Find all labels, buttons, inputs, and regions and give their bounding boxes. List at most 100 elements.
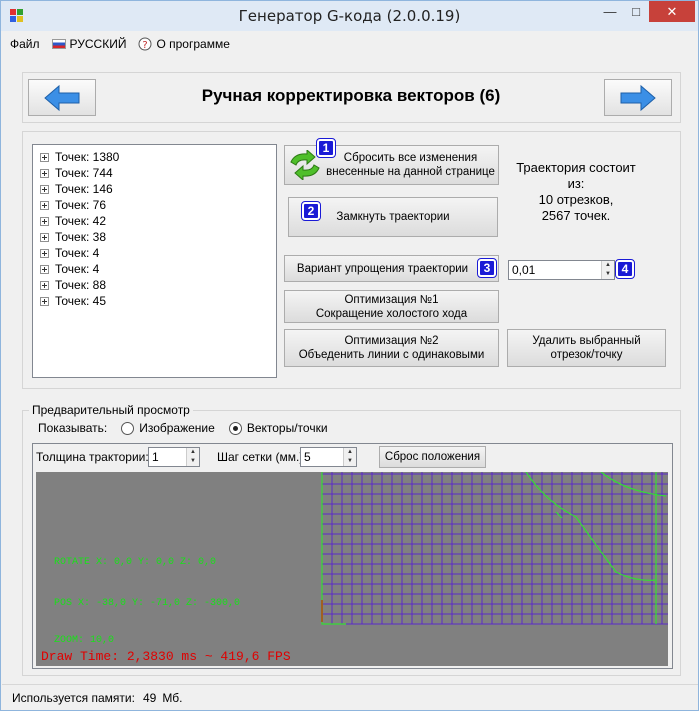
toolpath-segment <box>555 511 563 519</box>
spin-down-icon[interactable]: ▼ <box>187 457 199 466</box>
thickness-input[interactable]: 1 ▲ ▼ <box>148 447 200 467</box>
tree-node[interactable]: Точек: 45 <box>33 293 276 309</box>
memory-value: 49 <box>142 690 157 705</box>
expand-icon[interactable] <box>40 216 49 226</box>
memory-unit: Мб. <box>162 690 183 705</box>
badge-3: 3 <box>477 258 497 278</box>
tree-node[interactable]: Точек: 744 <box>33 165 276 181</box>
spin-down-icon[interactable]: ▼ <box>602 270 614 279</box>
zoom-readout: ZOOM: 10,0 <box>54 635 115 646</box>
spin-up-icon[interactable]: ▲ <box>344 448 356 457</box>
summary-line3: 10 отрезков, <box>538 192 614 207</box>
tree-node-label: Точек: 88 <box>55 278 106 292</box>
tree-node-label: Точек: 1380 <box>55 150 120 164</box>
tree-node-label: Точек: 4 <box>55 246 100 260</box>
thickness-value: 1 <box>152 450 159 464</box>
tree-node[interactable]: Точек: 4 <box>33 261 276 277</box>
tree-node-label: Точек: 38 <box>55 230 106 244</box>
thickness-spinner[interactable]: ▲ ▼ <box>186 448 199 466</box>
svg-text:?: ? <box>143 40 148 51</box>
menu-bar: Файл РУССКИЙ ? О программе <box>2 33 698 55</box>
grid-step-spinner[interactable]: ▲ ▼ <box>343 448 356 466</box>
summary-line2: из: <box>567 176 585 191</box>
expand-icon[interactable] <box>40 296 49 306</box>
tree-node[interactable]: Точек: 1380 <box>33 149 276 165</box>
grid-step-label: Шаг сетки (мм.): <box>217 450 307 464</box>
menu-file-label: Файл <box>10 37 40 51</box>
tree-node[interactable]: Точек: 76 <box>33 197 276 213</box>
grid-step-value: 5 <box>304 450 311 464</box>
tree-node-label: Точек: 76 <box>55 198 106 212</box>
path-summary: Траектория состоит из: 10 отрезков, 2567… <box>501 160 651 224</box>
summary-line1: Траектория состоит <box>516 160 636 175</box>
russia-flag-icon <box>51 39 66 49</box>
tree-node[interactable]: Точек: 4 <box>33 245 276 261</box>
fps-readout: Draw Time: 2,3830 ms ~ 419,6 FPS <box>41 649 291 664</box>
tree-node[interactable]: Точек: 88 <box>33 277 276 293</box>
app-window: Генератор G-кода (2.0.0.19) — □ ✕ Файл Р… <box>0 0 699 711</box>
tree-node[interactable]: Точек: 42 <box>33 213 276 229</box>
radio-image-label[interactable]: Изображение <box>139 421 215 435</box>
title-bar[interactable]: Генератор G-кода (2.0.0.19) — □ ✕ <box>1 1 698 31</box>
expand-icon[interactable] <box>40 200 49 210</box>
opt1-line2: Сокращение холостого хода <box>315 307 468 320</box>
preview-toolbar: Толщина трактории: 1 ▲ ▼ Шаг сетки (мм.)… <box>36 446 666 468</box>
spin-down-icon[interactable]: ▼ <box>344 457 356 466</box>
expand-icon[interactable] <box>40 152 49 162</box>
simplify-spinner[interactable]: ▲ ▼ <box>601 261 614 279</box>
grid-step-input[interactable]: 5 ▲ ▼ <box>300 447 357 467</box>
minimize-button[interactable]: — <box>597 1 623 22</box>
close-button[interactable]: ✕ <box>649 1 695 22</box>
grid-canvas <box>321 472 668 625</box>
expand-icon[interactable] <box>40 184 49 194</box>
summary-line4: 2567 точек. <box>541 208 611 223</box>
optimization2-button[interactable]: Оптимизация №2 Объеденить линии с одинак… <box>284 329 499 367</box>
radio-vectors[interactable] <box>228 421 242 435</box>
forward-button[interactable] <box>604 79 672 116</box>
menu-file[interactable]: Файл <box>10 37 40 51</box>
about-icon: ? <box>138 37 152 51</box>
menu-language[interactable]: РУССКИЙ <box>51 37 126 51</box>
opt2-line2: Объеденить линии с одинаковыми <box>298 349 485 361</box>
show-options: Показывать: Изображение Векторы/точки <box>38 421 328 435</box>
spin-up-icon[interactable]: ▲ <box>187 448 199 457</box>
expand-icon[interactable] <box>40 280 49 290</box>
expand-icon[interactable] <box>40 168 49 178</box>
tree-node[interactable]: Точек: 146 <box>33 181 276 197</box>
expand-icon[interactable] <box>40 232 49 242</box>
rotate-readout: ROTATE X: 0,0 Y: 0,0 Z: 0,0 <box>54 557 217 568</box>
radio-image[interactable] <box>121 421 135 435</box>
opt2-line1: Оптимизация №2 <box>344 335 439 347</box>
page-title: Ручная корректировка векторов (6) <box>201 86 501 105</box>
show-label: Показывать: <box>38 421 108 435</box>
tree-node[interactable]: Точек: 38 <box>33 229 276 245</box>
reset-line2: внесенные на данной странице <box>326 166 495 178</box>
badge-2: 2 <box>301 201 321 221</box>
radio-vectors-label[interactable]: Векторы/точки <box>247 421 328 435</box>
reset-position-label: Сброс положения <box>384 451 481 463</box>
maximize-button[interactable]: □ <box>623 1 649 22</box>
menu-about-label: О программе <box>156 37 230 51</box>
delete-segment-button[interactable]: Удалить выбранный отрезок/точку <box>507 329 666 367</box>
delete-line1: Удалить выбранный <box>532 335 641 347</box>
expand-icon[interactable] <box>40 264 49 274</box>
simplify-label: Вариант упрощения траектории <box>296 262 469 275</box>
badge-4: 4 <box>615 259 635 279</box>
spin-up-icon[interactable]: ▲ <box>602 261 614 270</box>
simplify-value-input[interactable]: 0,01 ▲ ▼ <box>508 260 615 280</box>
simplify-button[interactable]: Вариант упрощения траектории <box>284 255 499 282</box>
expand-icon[interactable] <box>40 248 49 258</box>
back-button[interactable] <box>28 79 96 116</box>
reset-position-button[interactable]: Сброс положения <box>379 446 486 468</box>
pos-readout: POS X: -38,0 Y: -71,0 Z: -300,0 <box>54 598 241 609</box>
segments-tree[interactable]: Точек: 1380 Точек: 744 Точек: 146 Точек:… <box>32 144 277 378</box>
opengl-viewport[interactable]: ROTATE X: 0,0 Y: 0,0 Z: 0,0 POS X: -38,0… <box>36 472 668 666</box>
reset-line1: Сбросить все изменения <box>343 152 478 164</box>
tree-node-label: Точек: 4 <box>55 262 100 276</box>
preview-group-label: Предварительный просмотр <box>29 403 193 417</box>
menu-about[interactable]: ? О программе <box>138 37 230 51</box>
simplify-value: 0,01 <box>512 263 536 277</box>
memory-label: Используется памяти: <box>12 690 135 705</box>
optimization1-button[interactable]: Оптимизация №1 Сокращение холостого хода <box>284 290 499 323</box>
tree-node-label: Точек: 42 <box>55 214 106 228</box>
